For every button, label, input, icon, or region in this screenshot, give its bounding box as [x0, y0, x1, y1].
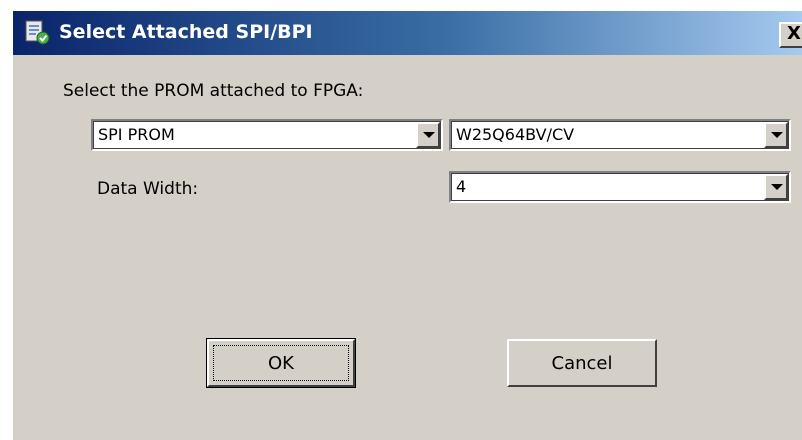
ok-button[interactable]: OK	[206, 338, 356, 388]
cancel-button-label: Cancel	[551, 353, 613, 374]
dialog-window: Select Attached SPI/BPI X Select the PRO…	[12, 10, 802, 440]
data-width-label: Data Width:	[97, 179, 199, 199]
dialog-title: Select Attached SPI/BPI	[59, 21, 313, 43]
prompt-label: Select the PROM attached to FPGA:	[63, 81, 364, 101]
chevron-down-icon	[423, 132, 435, 138]
prom-part-select[interactable]: W25Q64BV/CV	[449, 119, 791, 151]
close-button[interactable]: X	[779, 22, 802, 48]
prom-type-select[interactable]: SPI PROM	[91, 119, 443, 151]
data-width-dropdown-button[interactable]	[764, 174, 788, 200]
app-icon	[25, 20, 50, 45]
chevron-down-icon	[771, 132, 783, 138]
prom-part-dropdown-button[interactable]	[764, 122, 788, 148]
prom-part-value: W25Q64BV/CV	[456, 125, 575, 144]
data-width-select[interactable]: 4	[449, 171, 791, 203]
prom-type-value: SPI PROM	[98, 125, 175, 144]
cancel-button[interactable]: Cancel	[507, 339, 657, 387]
ok-button-label: OK	[268, 353, 294, 374]
chevron-down-icon	[771, 184, 783, 190]
data-width-value: 4	[456, 177, 467, 196]
prom-type-dropdown-button[interactable]	[416, 122, 440, 148]
title-bar[interactable]: Select Attached SPI/BPI X	[13, 11, 802, 55]
